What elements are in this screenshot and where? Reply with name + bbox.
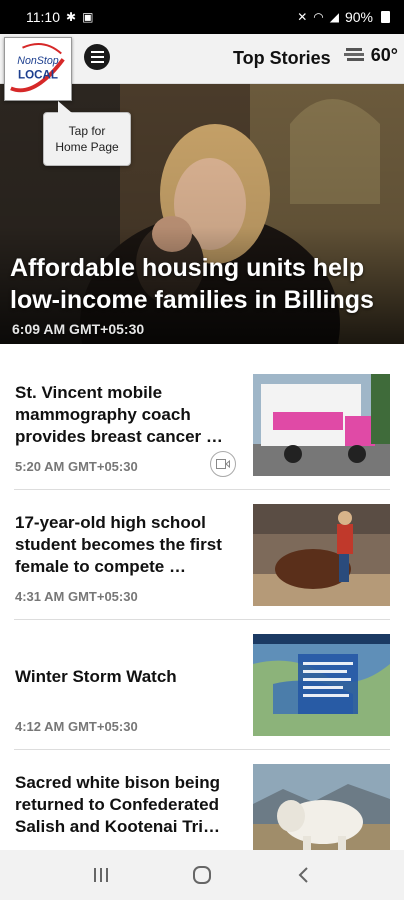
story-timestamp: 5:20 AM GMT+05:30 (15, 459, 138, 474)
story-title: Winter Storm Watch (15, 667, 177, 686)
story-thumbnail (253, 634, 390, 736)
story-title: Sacred white bison being returned to Con… (15, 773, 220, 836)
story-timestamp: 4:12 AM GMT+05:30 (15, 719, 138, 734)
back-icon (298, 867, 309, 883)
home-icon (192, 866, 211, 884)
story-thumbnail (253, 374, 390, 476)
temperature: 60° (370, 44, 398, 65)
message-icon: ▣ (82, 10, 94, 24)
list-item[interactable]: Winter Storm Watch 4:12 AM GMT+05:30 (0, 620, 404, 750)
notification-icon: ✱ (66, 10, 77, 24)
story-list: St. Vincent mobile mammography coach pro… (0, 360, 404, 880)
story-title: St. Vincent mobile mammography coach pro… (15, 383, 223, 446)
back-button[interactable] (283, 855, 323, 895)
hero-timestamp: 6:09 AM GMT+05:30 (12, 321, 145, 337)
home-page-tooltip: Tap for Home Page (43, 101, 131, 166)
list-item[interactable]: 17-year-old high school student becomes … (0, 490, 404, 620)
battery-icon (381, 11, 390, 23)
tooltip-line-1: Tap for (68, 124, 106, 138)
home-button[interactable] (182, 855, 222, 895)
story-title: 17-year-old high school student becomes … (15, 513, 222, 576)
status-time: 11:10 (26, 9, 60, 25)
section-title: Top Stories (233, 48, 331, 68)
logo-text-top: NonStop (17, 55, 58, 67)
battery-percent: 90% (344, 9, 373, 25)
story-thumbnail (253, 504, 390, 606)
wifi-icon: ◠ (313, 10, 324, 24)
home-logo-button[interactable]: NonStop LOCAL (4, 37, 72, 101)
weather-widget[interactable]: 60° (343, 44, 398, 66)
status-bar: 11:10 ✱ ▣ ✕ ◠ ◢ 90% (0, 0, 404, 34)
video-icon (210, 451, 236, 477)
tooltip-line-2: Home Page (55, 140, 119, 154)
logo-text-bottom: LOCAL (18, 69, 58, 82)
mute-icon: ✕ (297, 10, 308, 24)
cloudy-weather-icon (343, 48, 364, 61)
list-item[interactable]: St. Vincent mobile mammography coach pro… (0, 360, 404, 490)
menu-button[interactable] (84, 44, 110, 70)
recent-apps-button[interactable] (81, 855, 121, 895)
story-timestamp: 4:31 AM GMT+05:30 (15, 589, 138, 604)
system-nav-bar (0, 850, 404, 900)
hero-headline: Affordable housing units help low-income… (10, 254, 374, 314)
station-logo: NonStop LOCAL (5, 38, 71, 100)
signal-icon: ◢ (329, 10, 339, 24)
recent-apps-icon (93, 868, 108, 882)
